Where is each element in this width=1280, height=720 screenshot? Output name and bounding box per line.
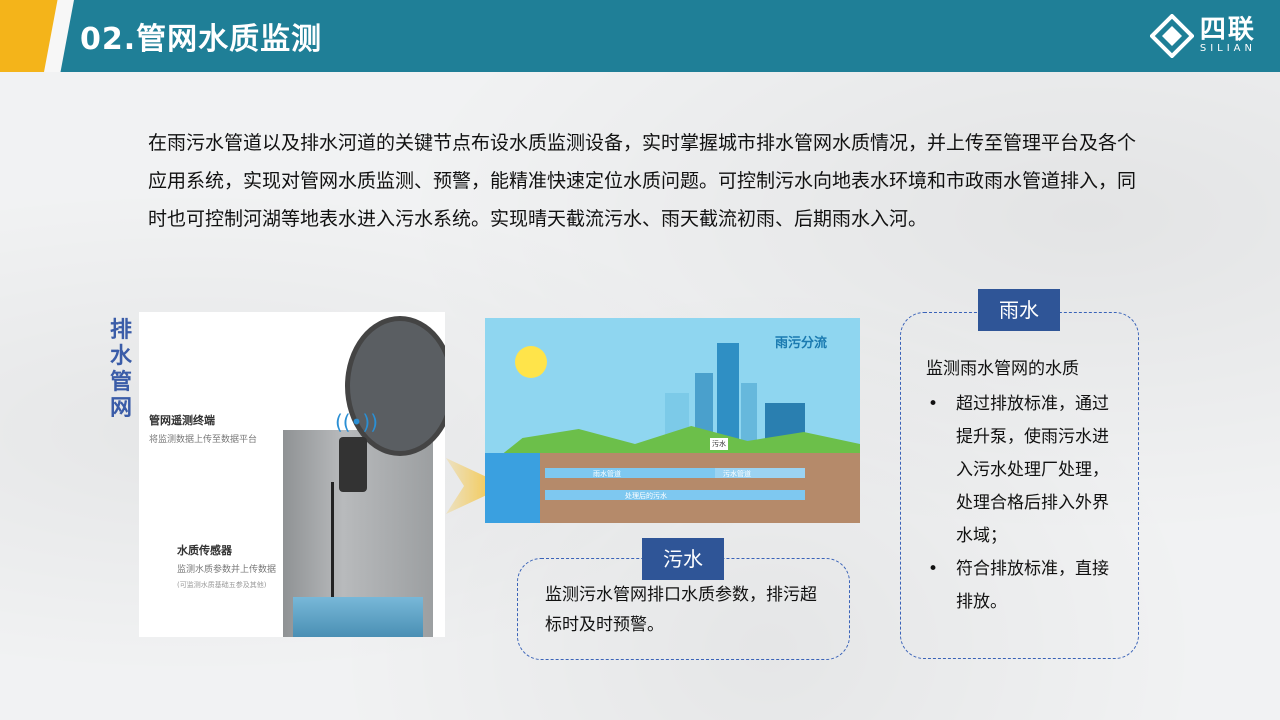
sensor-note: (可监测水质基础五参及其他)	[177, 581, 267, 589]
rain-list-item: 符合排放标准，直接排放。	[926, 553, 1111, 619]
rain-pipe-label: 雨水管道	[593, 470, 621, 478]
device-illustration: ((•)) 管网遥测终端 将监测数据上传至数据平台 水质传感器 监测水质参数并上…	[139, 312, 445, 637]
manhole-lid	[345, 316, 445, 456]
ground-section	[485, 453, 860, 523]
sewage-label: 污水	[710, 438, 728, 450]
silian-logo-icon	[1149, 14, 1194, 58]
rain-heading: 监测雨水管网的水质	[926, 359, 1079, 379]
sewage-tag: 污水	[642, 538, 724, 580]
page-title: 02.管网水质监测	[80, 22, 323, 57]
rain-list-item: 超过排放标准，通过提升泵，使雨污水进入污水处理厂处理，处理合格后排入外界水域；	[926, 388, 1111, 553]
logo-text-cn: 四联	[1199, 15, 1256, 45]
logo-text-en: SILIAN	[1199, 43, 1256, 54]
brand-logo: 四联 SILIAN	[1149, 14, 1256, 58]
well-water	[293, 597, 423, 637]
sewage-pipe-label: 污水管道	[723, 470, 751, 478]
terminal-label: 管网遥测终端	[149, 414, 215, 427]
wifi-signal-icon: ((•))	[335, 410, 379, 434]
terminal-caption: 将监测数据上传至数据平台	[149, 435, 258, 445]
sensor-cable	[331, 482, 334, 597]
rain-tag: 雨水	[978, 289, 1060, 331]
telemetry-terminal	[339, 437, 367, 492]
header-bar: 02.管网水质监测 四联 SILIAN	[0, 0, 1280, 72]
scene-title: 雨污分流	[775, 336, 828, 351]
sewage-description: 监测污水管网排口水质参数，排污超标时及时预警。	[545, 585, 817, 635]
treated-water-label: 处理后的污水	[625, 492, 667, 500]
sensor-caption: 监测水质参数并上传数据	[177, 565, 277, 575]
sensor-label: 水质传感器	[177, 544, 232, 557]
rain-sewage-separation-illustration: 雨污分流 雨水管道 污水管道 污水 处理后的污水	[485, 318, 860, 523]
sun-icon	[515, 346, 547, 378]
sewage-return-pipe	[545, 490, 805, 500]
intro-paragraph: 在雨污水管道以及排水河道的关键节点布设水质监测设备，实时掌握城市排水管网水质情况…	[148, 132, 1137, 230]
river-water	[485, 453, 540, 523]
vertical-section-label: 排水管网	[109, 318, 132, 421]
rain-list: 超过排放标准，通过提升泵，使雨污水进入污水处理厂处理，处理合格后排入外界水域； …	[926, 388, 1111, 619]
